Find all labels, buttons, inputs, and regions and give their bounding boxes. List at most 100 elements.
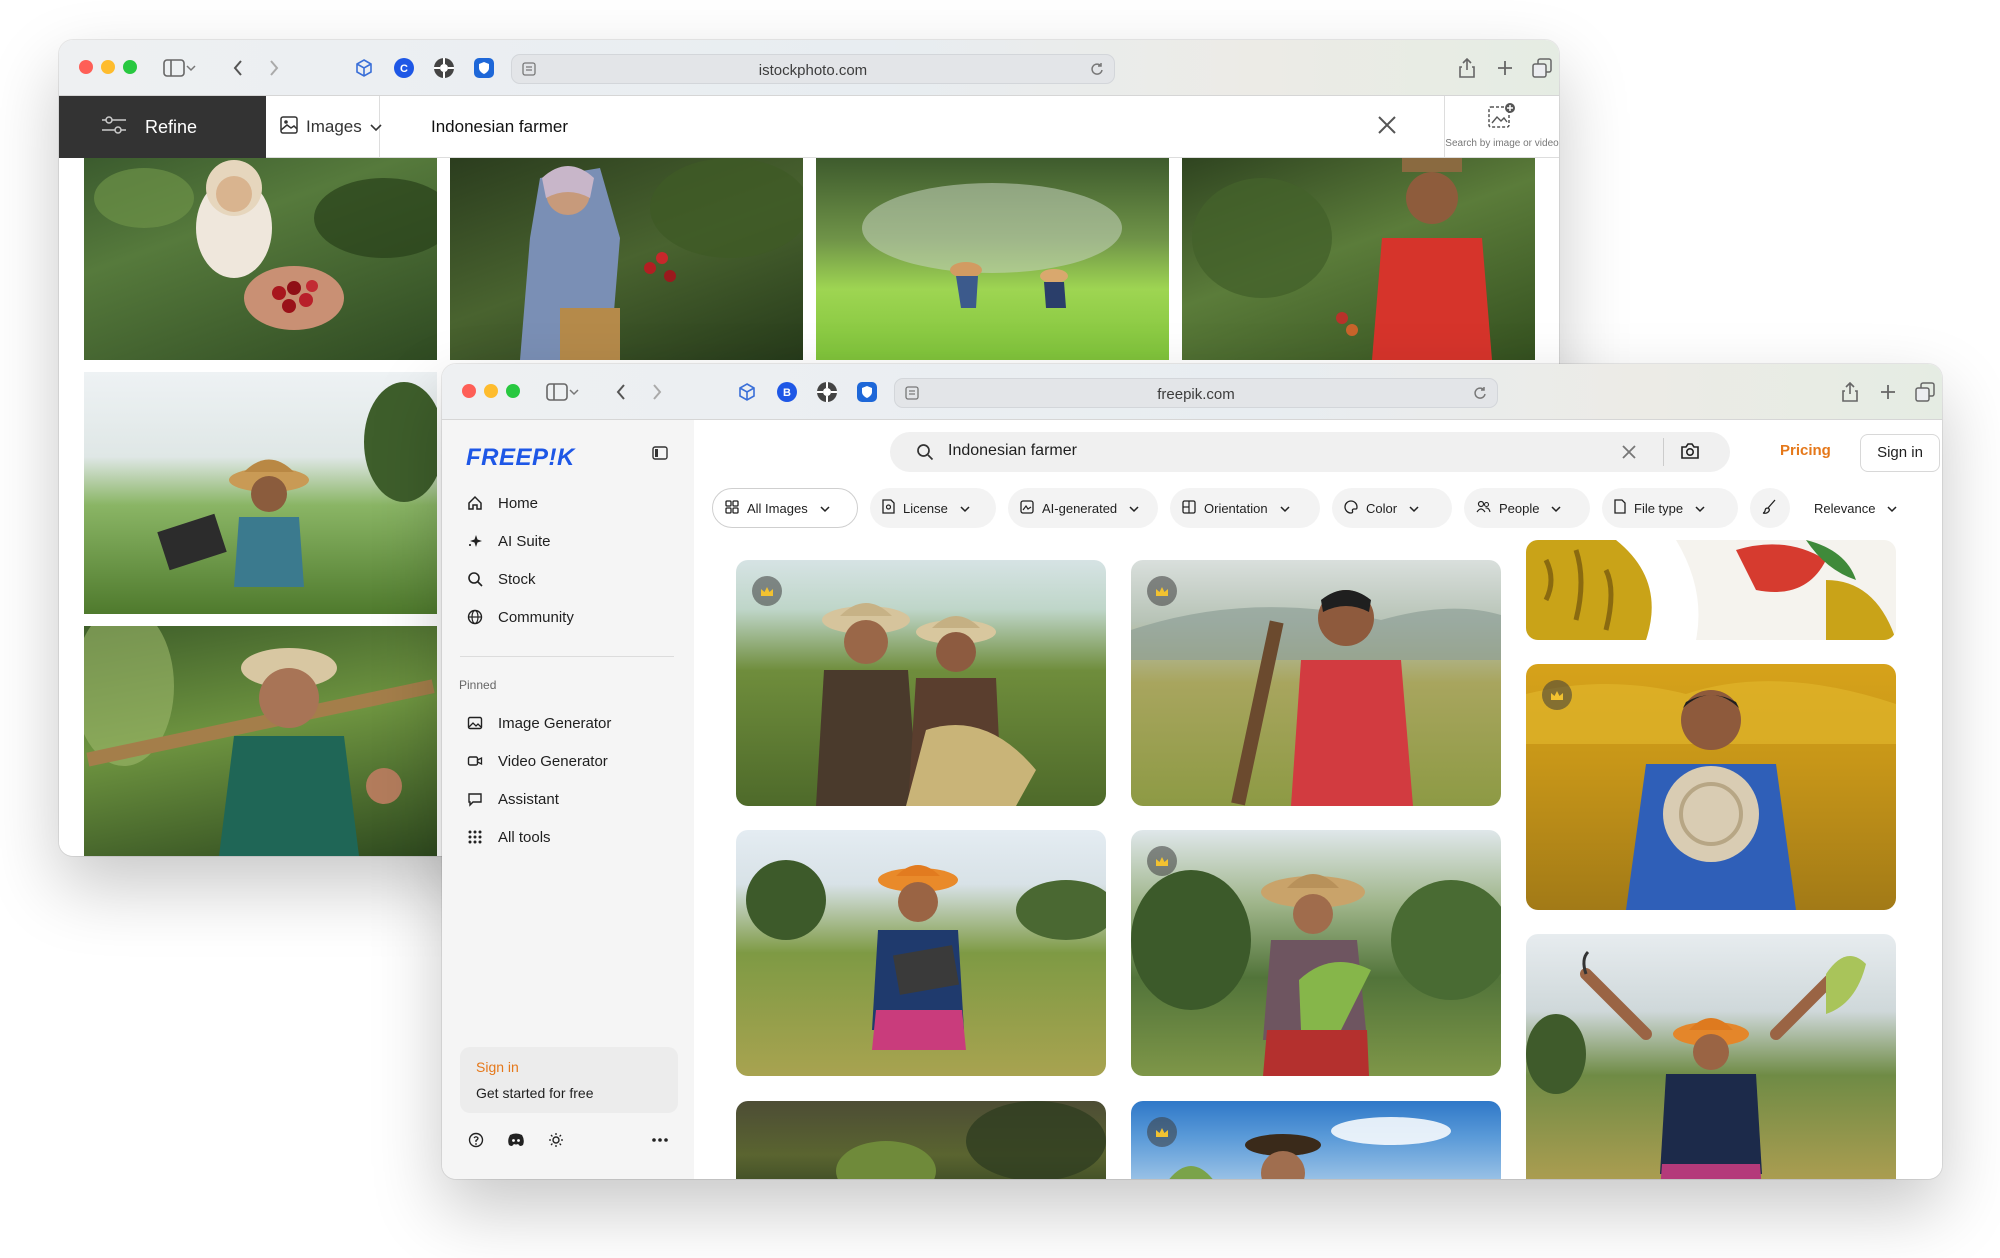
sidebar-item-community[interactable]: Community (466, 604, 574, 630)
premium-crown-badge (1542, 680, 1572, 710)
sidebar-divider (460, 656, 674, 657)
window-controls (79, 60, 137, 74)
sparkles-icon (466, 532, 484, 550)
chevron-down-icon[interactable] (566, 377, 582, 407)
camera-search-icon[interactable] (1680, 442, 1700, 465)
search-input[interactable]: Indonesian farmer (431, 117, 568, 137)
b-extension-icon[interactable]: B (772, 377, 802, 407)
result-photo-elderly-farmer-thumbs-up[interactable] (84, 626, 437, 856)
steering-extension-icon[interactable] (812, 377, 842, 407)
browser-toolbar: B freepik.com (442, 364, 1942, 420)
address-bar[interactable]: istockphoto.com (511, 54, 1115, 84)
sign-in-card-title[interactable]: Sign in (476, 1059, 519, 1075)
browser-toolbar: C istockphoto.com (59, 40, 1559, 96)
pinned-heading: Pinned (459, 678, 497, 692)
theme-sun-icon[interactable] (546, 1130, 566, 1150)
refine-button[interactable]: Refine (59, 96, 266, 158)
result-photo-smiling-farmer-red-shirt[interactable] (1131, 560, 1501, 806)
help-icon[interactable] (466, 1130, 486, 1150)
sidebar-item-all-tools[interactable]: All tools (466, 824, 551, 850)
orientation-icon (1182, 499, 1196, 517)
edit-brush-button[interactable] (1750, 488, 1790, 528)
sidebar-item-image-generator[interactable]: Image Generator (466, 710, 611, 736)
result-photo-farmer-with-plants[interactable] (736, 1101, 1106, 1179)
discord-icon[interactable] (506, 1130, 526, 1150)
filter-all-images[interactable]: All Images (712, 488, 858, 528)
sidebar-item-home[interactable]: Home (466, 490, 538, 516)
sign-in-card[interactable]: Sign in Get started for free (460, 1047, 678, 1113)
search-by-image-label: Search by image or video (1445, 138, 1559, 149)
sign-in-card-subtitle: Get started for free (476, 1085, 594, 1101)
new-tab-icon[interactable] (1490, 53, 1520, 83)
result-photo-farmer-with-laptop[interactable] (736, 830, 1106, 1076)
freepik-sidebar: FREEP!K Home AI Suite Stock Community Pi… (442, 420, 694, 1179)
close-window-button[interactable] (79, 60, 93, 74)
c-extension-icon[interactable]: C (389, 53, 419, 83)
result-photo-man-in-red-shirt-coffee[interactable] (1182, 158, 1535, 360)
filter-color[interactable]: Color (1332, 488, 1452, 528)
sidebar-item-video-generator[interactable]: Video Generator (466, 748, 608, 774)
result-photo-woman-picking-coffee[interactable] (450, 158, 803, 360)
sidebar-item-stock[interactable]: Stock (466, 566, 536, 592)
close-window-button[interactable] (462, 384, 476, 398)
search-input[interactable]: Indonesian farmer (948, 442, 1077, 460)
share-icon[interactable] (1835, 377, 1865, 407)
collapse-sidebar-icon[interactable] (652, 446, 668, 465)
filter-license[interactable]: License (870, 488, 996, 528)
forward-icon[interactable] (642, 377, 672, 407)
sidebar-item-label: All tools (498, 828, 551, 846)
pricing-link[interactable]: Pricing (1780, 442, 1831, 459)
media-type-dropdown[interactable]: Images (266, 96, 382, 158)
result-photo-farmer-blue-shirt-holding-hat[interactable] (1526, 664, 1896, 910)
result-photo-farmer-blue-sky[interactable] (1131, 1101, 1501, 1179)
result-photo-farmer-arms-raised[interactable] (1526, 934, 1896, 1179)
steering-extension-icon[interactable] (429, 53, 459, 83)
result-photo-farmers-in-rice-field[interactable] (816, 158, 1169, 360)
tab-overview-icon[interactable] (1527, 53, 1557, 83)
sidebar-item-ai-suite[interactable]: AI Suite (466, 528, 551, 554)
chevron-down-icon[interactable] (183, 53, 199, 83)
clear-search-icon[interactable] (1376, 114, 1398, 141)
cube-extension-icon[interactable] (732, 377, 762, 407)
result-photo-woman-holding-rice-seedlings[interactable] (1131, 830, 1501, 1076)
filter-ai-generated[interactable]: AI-generated (1008, 488, 1158, 528)
premium-crown-badge (1147, 1117, 1177, 1147)
result-photo-woman-holding-coffee-cherries[interactable] (84, 158, 437, 360)
address-host: istockphoto.com (758, 62, 868, 79)
filter-file-type[interactable]: File type (1602, 488, 1738, 528)
back-icon[interactable] (606, 377, 636, 407)
result-photo-farmer-with-tablet[interactable] (84, 372, 437, 614)
svg-text:B: B (783, 387, 791, 399)
more-options-icon[interactable] (650, 1130, 670, 1150)
people-icon (1476, 500, 1491, 516)
address-bar[interactable]: freepik.com (894, 378, 1498, 408)
filter-people[interactable]: People (1464, 488, 1590, 528)
shield-extension-icon[interactable] (852, 377, 882, 407)
zoom-window-button[interactable] (123, 60, 137, 74)
sign-in-button[interactable]: Sign in (1860, 434, 1940, 472)
sidebar-item-assistant[interactable]: Assistant (466, 786, 559, 812)
result-illustration-harvest[interactable] (1526, 540, 1896, 640)
new-tab-icon[interactable] (1873, 377, 1903, 407)
result-photo-two-farmers-with-tablet[interactable] (736, 560, 1106, 806)
filter-label: License (903, 500, 948, 516)
freepik-logo[interactable]: FREEP!K (466, 444, 575, 472)
forward-icon[interactable] (259, 53, 289, 83)
filter-orientation[interactable]: Orientation (1170, 488, 1320, 528)
search-by-image-button[interactable]: Search by image or video (1444, 96, 1559, 158)
shield-extension-icon[interactable] (469, 53, 499, 83)
minimize-window-button[interactable] (101, 60, 115, 74)
clear-search-icon[interactable] (1620, 443, 1638, 466)
reload-icon[interactable] (1090, 62, 1104, 81)
cube-extension-icon[interactable] (349, 53, 379, 83)
reload-icon[interactable] (1473, 386, 1487, 405)
sort-relevance-dropdown[interactable]: Relevance (1802, 488, 1912, 528)
share-icon[interactable] (1452, 53, 1482, 83)
zoom-window-button[interactable] (506, 384, 520, 398)
tab-overview-icon[interactable] (1910, 377, 1940, 407)
freepik-search-bar[interactable]: Indonesian farmer (890, 432, 1730, 472)
back-icon[interactable] (223, 53, 253, 83)
search-icon (466, 570, 484, 588)
minimize-window-button[interactable] (484, 384, 498, 398)
filter-sliders-icon (101, 115, 127, 140)
